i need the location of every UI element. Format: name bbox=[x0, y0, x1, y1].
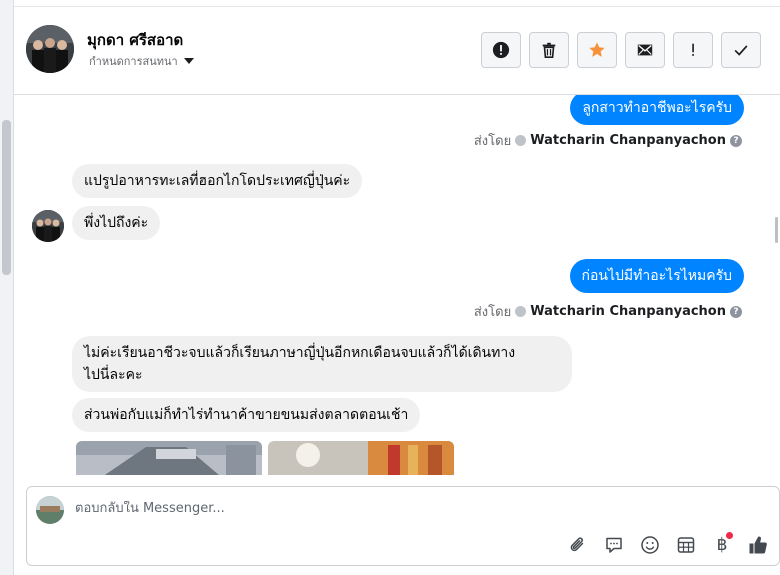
star-icon bbox=[589, 42, 605, 57]
grid-icon bbox=[677, 537, 695, 553]
alert-circle-icon bbox=[492, 41, 510, 59]
paperclip-icon bbox=[570, 537, 584, 552]
conversation-header: มุกดา ศรีสอาด กำหนดการสนทนา bbox=[14, 7, 780, 95]
notification-dot bbox=[726, 532, 733, 539]
message-outgoing[interactable]: ลูกสาวทำอาชีพอะไรครับ bbox=[570, 95, 744, 125]
contact-name[interactable]: มุกดา ศรีสอาด bbox=[87, 28, 183, 52]
sent-by-prefix: ส่งโดย bbox=[473, 134, 512, 149]
thumbs-up-icon bbox=[749, 536, 767, 554]
message-incoming[interactable]: พึ่งไปถึงค่ะ bbox=[72, 206, 161, 240]
done-button[interactable] bbox=[721, 32, 761, 68]
message-thread[interactable]: ลูกสาวทำอาชีพอะไรครับ ส่งโดย Watcharin C… bbox=[14, 95, 774, 475]
important-button[interactable] bbox=[673, 32, 713, 68]
sender-name[interactable]: Watcharin Chanpanyachon bbox=[530, 133, 726, 148]
report-button[interactable] bbox=[481, 32, 521, 68]
appointment-button[interactable] bbox=[675, 534, 697, 556]
assign-conversation-label: กำหนดการสนทนา bbox=[89, 55, 178, 68]
verified-dot-icon bbox=[515, 135, 527, 146]
thread-scrollbar[interactable] bbox=[774, 95, 780, 475]
message-incoming[interactable]: ส่วนพ่อกับแม่ก็ทำไร่ทำนาค้าขายขนมส่งตลาด… bbox=[72, 398, 421, 432]
star-button[interactable] bbox=[577, 32, 617, 68]
message-incoming[interactable]: ไม่ค่ะเรียนอาชีวะจบแล้วก็เรียนภาษาญี่ปุ่… bbox=[72, 336, 572, 392]
speech-bubble-icon bbox=[606, 537, 622, 553]
left-scrollbar[interactable] bbox=[0, 0, 14, 575]
message-incoming[interactable]: แปรูปอาหารทะเลที่ฮอกไกโดประเทศญี่ปุ่นค่ะ bbox=[72, 164, 363, 198]
envelope-icon bbox=[637, 44, 653, 56]
emoji-icon bbox=[641, 536, 659, 554]
message-line: ไม่ค่ะเรียนอาชีวะจบแล้วก็เรียนภาษาญี่ปุ่… bbox=[84, 345, 516, 361]
delete-button[interactable] bbox=[529, 32, 569, 68]
contact-avatar[interactable] bbox=[26, 25, 74, 73]
payment-button[interactable]: ฿ bbox=[711, 532, 733, 556]
contact-avatar-small[interactable] bbox=[32, 210, 64, 242]
header-actions bbox=[481, 32, 761, 68]
mark-unread-button[interactable] bbox=[625, 32, 665, 68]
message-outgoing[interactable]: ก่อนไปมีทำอะไรไหมครับ bbox=[569, 259, 744, 293]
composer-tools: ฿ bbox=[567, 532, 769, 556]
attach-button[interactable] bbox=[567, 534, 589, 556]
sent-by-prefix: ส่งโดย bbox=[473, 305, 512, 320]
verified-dot-icon bbox=[515, 306, 527, 317]
assign-conversation-dropdown[interactable]: กำหนดการสนทนา bbox=[89, 52, 194, 70]
sender-name[interactable]: Watcharin Chanpanyachon bbox=[530, 304, 726, 319]
sent-by-line: ส่งโดย Watcharin Chanpanyachon ? bbox=[474, 301, 742, 322]
help-icon[interactable]: ? bbox=[730, 134, 742, 147]
like-button[interactable] bbox=[747, 534, 769, 556]
trash-icon bbox=[542, 42, 556, 59]
emoji-button[interactable] bbox=[639, 534, 661, 556]
reply-composer: ฿ bbox=[26, 486, 780, 566]
sent-by-line: ส่งโดย Watcharin Chanpanyachon ? bbox=[474, 130, 742, 151]
message-line: ไปนี่ละคะ bbox=[84, 367, 143, 383]
help-icon[interactable]: ? bbox=[730, 305, 742, 318]
exclamation-icon bbox=[692, 43, 694, 56]
reply-input[interactable] bbox=[75, 501, 675, 516]
left-scrollbar-thumb[interactable] bbox=[2, 120, 11, 275]
thread-scrollbar-thumb[interactable] bbox=[775, 217, 778, 243]
photo-attachment[interactable] bbox=[76, 441, 262, 475]
page-avatar bbox=[36, 496, 64, 524]
photo-attachment[interactable] bbox=[268, 441, 454, 475]
caret-down-icon bbox=[183, 58, 194, 64]
check-icon bbox=[734, 45, 748, 56]
saved-replies-button[interactable] bbox=[603, 534, 625, 556]
baht-icon: ฿ bbox=[716, 535, 728, 555]
